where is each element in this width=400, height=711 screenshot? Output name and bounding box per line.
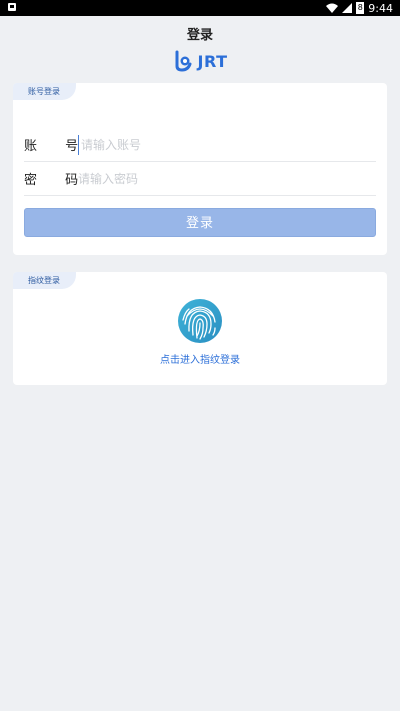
account-input[interactable] bbox=[78, 134, 371, 155]
status-bar: 8 9:44 bbox=[0, 0, 400, 16]
password-input[interactable] bbox=[78, 168, 368, 189]
logo-text: JRT bbox=[197, 51, 228, 71]
fingerprint-icon[interactable] bbox=[177, 298, 223, 344]
account-label: 账 号 bbox=[24, 139, 91, 154]
battery-icon: 8 bbox=[356, 2, 365, 14]
battery-level: 8 bbox=[357, 3, 363, 12]
page-title: 登录 bbox=[186, 28, 213, 43]
account-login-tag: 账号登录 bbox=[13, 83, 76, 100]
status-icons: 8 9:44 bbox=[326, 0, 393, 16]
app-logo: JRT bbox=[0, 49, 400, 73]
signal-icon bbox=[342, 3, 353, 13]
wifi-icon bbox=[326, 3, 339, 13]
fingerprint-login-link[interactable]: 点击进入指纹登录 bbox=[0, 351, 400, 366]
notification-icon bbox=[8, 3, 16, 11]
password-label: 密 码 bbox=[24, 173, 91, 188]
logo-mark-icon bbox=[175, 50, 192, 72]
password-field-row: 密 码 bbox=[24, 162, 376, 196]
fingerprint-login-tag: 指纹登录 bbox=[13, 272, 76, 289]
login-button[interactable]: 登录 bbox=[24, 208, 376, 237]
account-field-row: 账 号 bbox=[24, 128, 376, 162]
status-time: 9:44 bbox=[368, 1, 393, 15]
